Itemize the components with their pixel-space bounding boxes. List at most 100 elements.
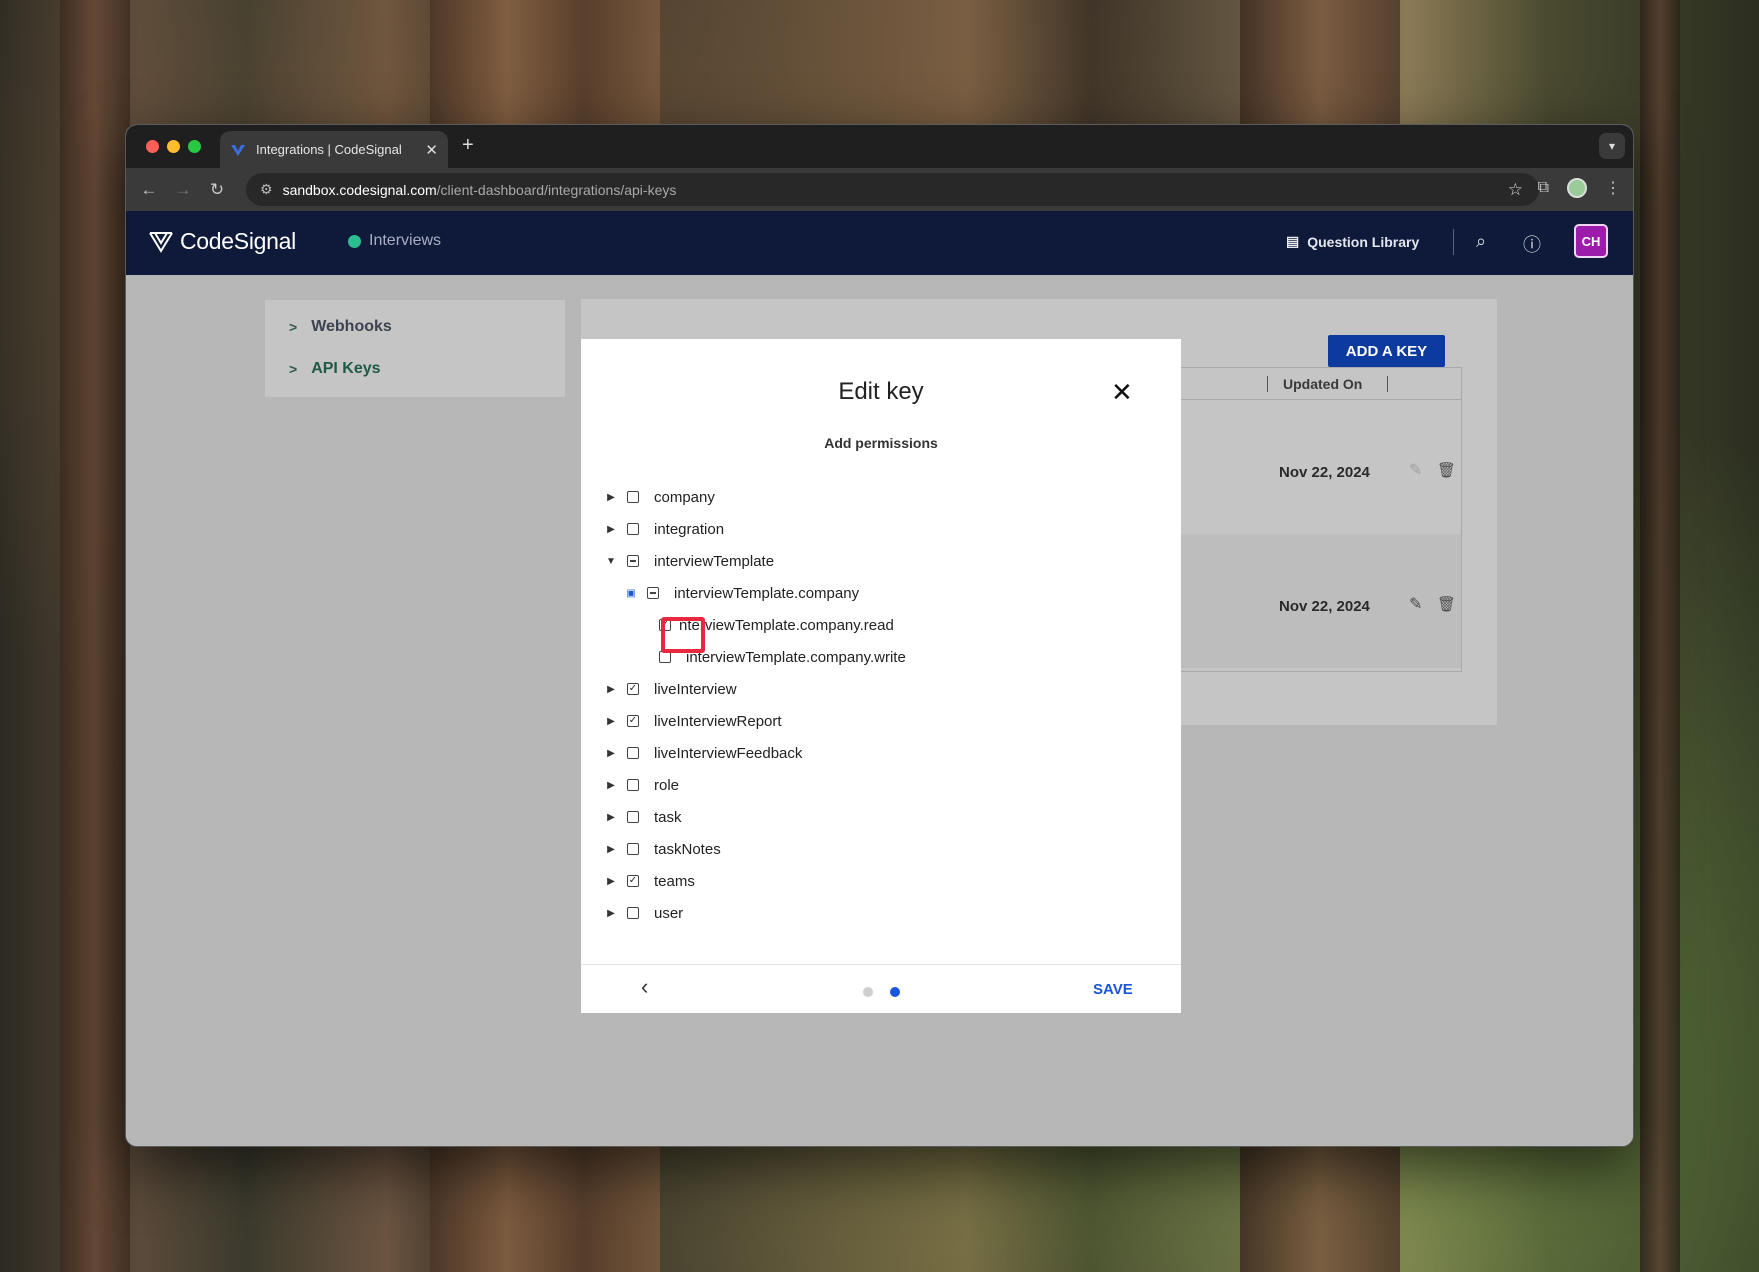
nav-interviews[interactable]: Interviews xyxy=(348,232,441,250)
permission-row[interactable]: ▶ company xyxy=(605,485,715,509)
question-library-link[interactable]: ▤ Question Library xyxy=(1286,233,1419,250)
caret-right-icon[interactable]: ▶ xyxy=(605,908,617,919)
caret-right-icon[interactable]: ▶ xyxy=(605,812,617,823)
integrations-sidebar: > Webhooks > API Keys xyxy=(265,300,565,397)
url-host: sandbox.codesignal.com xyxy=(282,181,437,198)
close-icon[interactable]: ✕ xyxy=(1111,377,1133,408)
permission-checkbox[interactable] xyxy=(647,587,659,599)
permission-checkbox[interactable] xyxy=(627,491,639,503)
trash-icon[interactable]: 🗑 xyxy=(1437,595,1456,613)
permission-checkbox[interactable] xyxy=(627,907,639,919)
chevron-right-icon: > xyxy=(289,319,298,335)
permission-row[interactable]: ▶ task xyxy=(605,805,681,829)
add-key-button[interactable]: ADD A KEY xyxy=(1328,335,1445,367)
caret-right-icon[interactable]: ▶ xyxy=(605,780,617,791)
permission-checkbox[interactable] xyxy=(627,811,639,823)
edit-pencil-icon[interactable]: ✎ xyxy=(1409,460,1422,480)
nav-interviews-label: Interviews xyxy=(369,232,442,249)
permission-row[interactable]: ▣ interviewTemplate.company xyxy=(625,581,859,605)
browser-toolbar: ← → ↻ ⚙ sandbox.codesignal.com /client-d… xyxy=(126,168,1633,211)
window-controls xyxy=(146,140,201,153)
browser-menu-icon[interactable]: ⋮ xyxy=(1605,178,1621,198)
profile-avatar[interactable] xyxy=(1567,178,1587,198)
modal-footer: ‹ SAVE xyxy=(581,964,1181,1013)
toolbar-actions: ⧉ ⋮ xyxy=(1538,178,1621,198)
pagination-dot[interactable] xyxy=(863,987,873,997)
caret-right-icon[interactable]: ▶ xyxy=(605,524,617,535)
permission-row[interactable]: ▶ liveInterviewFeedback xyxy=(605,741,802,765)
reload-icon[interactable]: ↻ xyxy=(200,180,234,200)
url-path: /client-dashboard/integrations/api-keys xyxy=(436,181,677,198)
tab-title: Integrations | CodeSignal xyxy=(256,142,402,157)
permission-label: teams xyxy=(654,872,695,890)
interviews-status-icon xyxy=(348,234,361,248)
sidebar-item-label: API Keys xyxy=(311,360,381,377)
permission-label: liveInterview xyxy=(654,680,737,698)
save-button[interactable]: SAVE xyxy=(1093,981,1133,998)
modal-subtitle: Add permissions xyxy=(824,435,938,451)
codesignal-logo[interactable]: CodeSignal xyxy=(148,228,296,255)
sidebar-item-webhooks[interactable]: > Webhooks xyxy=(289,318,392,336)
permission-row[interactable]: ▶ role xyxy=(605,773,679,797)
permission-label: role xyxy=(654,776,680,794)
permission-row[interactable]: ▼ interviewTemplate xyxy=(605,549,774,573)
codesignal-favicon-icon xyxy=(231,144,245,156)
site-settings-icon[interactable]: ⚙ xyxy=(260,181,273,198)
permission-label: interviewTemplate.company.write xyxy=(686,648,906,666)
permission-label: interviewTemplate.company xyxy=(674,584,860,602)
caret-right-icon[interactable]: ▶ xyxy=(605,748,617,759)
tab-search-chevron-icon[interactable]: ▾ xyxy=(1599,133,1625,159)
trash-icon[interactable]: 🗑 xyxy=(1437,461,1456,479)
permission-checkbox[interactable] xyxy=(627,843,639,855)
permission-row[interactable]: ▶ integration xyxy=(605,517,724,541)
background-trunk xyxy=(1640,0,1680,1272)
permission-checkbox[interactable] xyxy=(627,779,639,791)
help-icon[interactable]: ⓘ xyxy=(1523,231,1541,257)
book-icon: ▤ xyxy=(1286,233,1300,249)
minimize-window-button[interactable] xyxy=(167,140,180,153)
address-bar[interactable]: ⚙ sandbox.codesignal.com /client-dashboa… xyxy=(246,173,1539,206)
maximize-window-button[interactable] xyxy=(188,140,201,153)
permission-checkbox[interactable] xyxy=(627,555,639,567)
table-row: Nov 22, 2024 ✎ 🗑 xyxy=(1179,401,1461,534)
caret-right-icon[interactable]: ▶ xyxy=(605,492,617,503)
caret-down-icon[interactable]: ▼ xyxy=(605,556,617,567)
page-content: > Webhooks > API Keys ADD A KEY Updated … xyxy=(126,275,1633,1146)
permission-row[interactable]: ▶ ✓ liveInterview xyxy=(605,677,737,701)
permission-row[interactable]: ▶ ✓ liveInterviewReport xyxy=(605,709,781,733)
search-icon[interactable]: ⌕ xyxy=(1476,231,1486,252)
caret-right-icon[interactable]: ▶ xyxy=(605,876,617,887)
modal-title: Edit key xyxy=(838,378,924,405)
permission-row[interactable]: ▶ ✓ teams xyxy=(605,869,695,893)
permission-row[interactable]: ▶ user xyxy=(605,901,683,925)
caret-right-icon[interactable]: ▶ xyxy=(605,684,617,695)
updated-on-value: Nov 22, 2024 xyxy=(1279,598,1370,615)
permission-checkbox[interactable]: ✓ xyxy=(627,875,639,887)
bookmark-star-icon[interactable]: ☆ xyxy=(1508,180,1523,200)
user-avatar[interactable]: CH xyxy=(1574,224,1608,258)
permission-label: company xyxy=(654,488,715,506)
permission-checkbox[interactable]: ✓ xyxy=(627,715,639,727)
column-header-updated-on[interactable]: Updated On xyxy=(1283,376,1362,392)
pagination-dot-active[interactable] xyxy=(890,987,900,997)
close-window-button[interactable] xyxy=(146,140,159,153)
expand-toggle-icon[interactable]: ▣ xyxy=(625,588,637,599)
caret-right-icon[interactable]: ▶ xyxy=(605,716,617,727)
permission-checkbox[interactable] xyxy=(627,747,639,759)
caret-right-icon[interactable]: ▶ xyxy=(605,844,617,855)
back-arrow-icon[interactable]: ← xyxy=(132,180,166,200)
close-tab-icon[interactable]: ✕ xyxy=(425,141,438,159)
forward-arrow-icon[interactable]: → xyxy=(166,180,200,200)
back-chevron-icon[interactable]: ‹ xyxy=(641,974,648,1000)
permission-checkbox[interactable]: ✓ xyxy=(627,683,639,695)
new-tab-button[interactable]: + xyxy=(462,134,474,157)
extensions-icon[interactable]: ⧉ xyxy=(1538,179,1549,197)
background-trunk xyxy=(60,0,130,1272)
permission-row[interactable]: ▶ taskNotes xyxy=(605,837,721,861)
codesignal-logo-icon xyxy=(149,231,173,253)
sidebar-item-api-keys[interactable]: > API Keys xyxy=(289,360,381,378)
browser-tab[interactable]: Integrations | CodeSignal ✕ xyxy=(220,131,448,168)
permission-label: taskNotes xyxy=(654,840,721,858)
edit-pencil-icon[interactable]: ✎ xyxy=(1409,594,1422,614)
permission-checkbox[interactable] xyxy=(627,523,639,535)
